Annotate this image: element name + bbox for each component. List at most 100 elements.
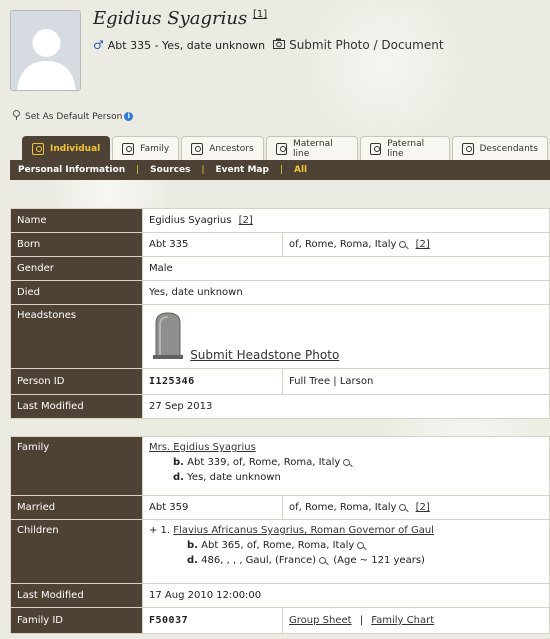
name-value: Egidius Syagrius	[149, 215, 232, 226]
tab-label: Paternal line	[387, 138, 425, 159]
tab-label: Maternal line	[293, 138, 333, 159]
married-label: Married	[10, 495, 143, 520]
row-married: Married Abt 359 of, Rome, Roma, Italy [2…	[10, 495, 550, 520]
search-icon[interactable]	[319, 557, 327, 564]
name-label: Name	[10, 208, 143, 233]
subnav-separator: |	[279, 165, 283, 175]
child-death: d. 486, , , , Gaul, (France) (Age ~ 121 …	[149, 555, 543, 566]
gender-value: Male	[142, 256, 550, 281]
last-modified-value: 27 Sep 2013	[142, 394, 550, 419]
tab-label: Descendants	[479, 143, 539, 154]
born-label: Born	[10, 232, 143, 257]
spouse-link[interactable]: Mrs. Egidius Syagrius	[149, 442, 543, 453]
row-family: Family Mrs. Egidius Syagrius b. Abt 339,…	[10, 436, 550, 496]
family-id-label: Family ID	[10, 607, 143, 634]
child-birth: b. Abt 365, of, Rome, Roma, Italy	[149, 540, 543, 551]
tree-info: Full Tree | Larson	[282, 368, 550, 395]
search-icon[interactable]	[343, 459, 351, 466]
row-last-modified: Last Modified 27 Sep 2013	[10, 394, 550, 419]
family-table: Family Mrs. Egidius Syagrius b. Abt 339,…	[10, 436, 550, 634]
married-source-link[interactable]: [2]	[416, 502, 430, 513]
spouse-birth: b. Abt 339, of, Rome, Roma, Italy	[149, 457, 543, 468]
married-place-cell: of, Rome, Roma, Italy [2]	[282, 495, 550, 520]
row-family-id: Family ID F50037 Group Sheet | Family Ch…	[10, 607, 550, 634]
camera-icon[interactable]	[273, 38, 286, 52]
child-death-text: 486, , , , Gaul, (France)	[201, 555, 317, 566]
child-entry: + 1. Flavius Africanus Syagrius, Roman G…	[149, 525, 543, 536]
search-icon[interactable]	[357, 542, 365, 549]
children-label: Children	[10, 519, 143, 584]
family-links: Group Sheet | Family Chart	[282, 607, 550, 634]
tab-family[interactable]: Family	[112, 136, 180, 160]
set-default-person[interactable]: Set As Default Person i	[12, 110, 134, 123]
tab-bar: Individual Family Ancestors Maternal lin…	[22, 136, 550, 160]
birth-tag: b.	[187, 540, 198, 551]
person-icon	[32, 142, 44, 155]
tab-maternal-line[interactable]: Maternal line	[265, 136, 358, 160]
submit-headstone-link[interactable]: Submit Headstone Photo	[190, 348, 339, 362]
name-source-ref[interactable]: [1]	[253, 9, 267, 20]
person-name: Egidius Syagrius	[93, 8, 248, 29]
married-place: of, Rome, Roma, Italy	[289, 502, 397, 513]
family-modified-value: 17 Aug 2010 12:00:00	[142, 583, 550, 608]
subnav-personal-information[interactable]: Personal Information	[18, 165, 125, 175]
maternal-icon	[275, 142, 288, 155]
row-children: Children + 1. Flavius Africanus Syagrius…	[10, 519, 550, 584]
family-modified-label: Last Modified	[10, 583, 143, 608]
subnav-sources[interactable]: Sources	[150, 165, 190, 175]
pin-icon	[12, 110, 21, 123]
subnav-separator: |	[136, 165, 140, 175]
family-id-value: F50037	[142, 607, 283, 634]
ancestors-icon	[191, 142, 204, 155]
subnav-event-map[interactable]: Event Map	[216, 165, 269, 175]
tab-label: Individual	[50, 143, 101, 154]
child-birth-text: Abt 365, of, Rome, Roma, Italy	[201, 540, 355, 551]
name-source-link[interactable]: [2]	[239, 215, 253, 226]
row-born: Born Abt 335 of, Rome, Roma, Italy [2]	[10, 232, 550, 257]
row-person-id: Person ID I125346 Full Tree | Larson	[10, 368, 550, 395]
born-place: of, Rome, Roma, Italy	[289, 239, 397, 250]
lifespan-text: Abt 335 - Yes, date unknown	[107, 38, 266, 52]
tab-paternal-line[interactable]: Paternal line	[359, 136, 450, 160]
individual-table: Name Egidius Syagrius [2] Born Abt 335 o…	[10, 208, 550, 419]
married-date: Abt 359	[142, 495, 283, 520]
family-chart-link[interactable]: Family Chart	[371, 615, 434, 626]
tab-ancestors[interactable]: Ancestors	[181, 136, 264, 160]
tab-descendants[interactable]: Descendants	[451, 136, 548, 160]
page-title: Egidius Syagrius [1]	[93, 8, 267, 29]
born-source-link[interactable]: [2]	[416, 239, 430, 250]
search-icon[interactable]	[399, 504, 407, 511]
headstone-icon[interactable]	[153, 311, 183, 362]
set-default-label: Set As Default Person	[25, 111, 123, 122]
paternal-icon	[369, 142, 382, 155]
child-link[interactable]: Flavius Africanus Syagrius, Roman Govern…	[173, 525, 434, 536]
person-photo-placeholder[interactable]	[10, 10, 81, 91]
birth-tag: b.	[173, 457, 184, 468]
death-tag: d.	[173, 472, 184, 483]
family-label: Family	[10, 436, 143, 496]
born-date: Abt 335	[142, 232, 283, 257]
submit-photo-link[interactable]: Submit Photo / Document	[289, 38, 443, 52]
tab-individual[interactable]: Individual	[22, 136, 111, 160]
row-gender: Gender Male	[10, 256, 550, 281]
search-icon[interactable]	[399, 241, 407, 248]
row-family-modified: Last Modified 17 Aug 2010 12:00:00	[10, 583, 550, 608]
spouse-birth-text: Abt 339, of, Rome, Roma, Italy	[187, 457, 341, 468]
male-icon: ♂	[93, 38, 104, 52]
person-id-value: I125346	[142, 368, 283, 395]
died-label: Died	[10, 280, 143, 305]
row-headstones: Headstones Submit Headstone Photo	[10, 304, 550, 369]
gender-label: Gender	[10, 256, 143, 281]
group-sheet-link[interactable]: Group Sheet	[289, 615, 352, 626]
born-place-cell: of, Rome, Roma, Italy [2]	[282, 232, 550, 257]
died-value: Yes, date unknown	[142, 280, 550, 305]
person-summary: ♂ Abt 335 - Yes, date unknown Submit Pho…	[93, 38, 444, 52]
family-link-separator: |	[359, 615, 364, 626]
subnav-all[interactable]: All	[294, 165, 307, 175]
children-cell: + 1. Flavius Africanus Syagrius, Roman G…	[142, 519, 550, 584]
row-name: Name Egidius Syagrius [2]	[10, 208, 550, 233]
info-icon[interactable]: i	[124, 112, 134, 121]
sub-navigation: Personal Information | Sources | Event M…	[10, 160, 550, 180]
headstones-label: Headstones	[10, 304, 143, 369]
spouse-death: d. Yes, date unknown	[149, 472, 543, 483]
